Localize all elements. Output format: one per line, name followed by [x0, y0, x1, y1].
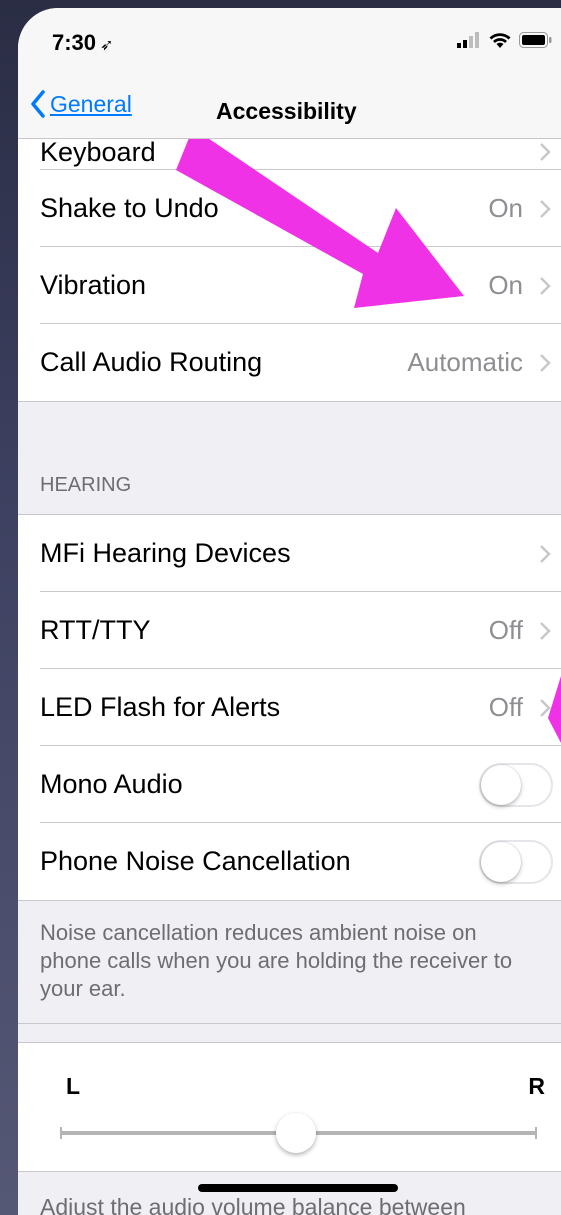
row-label: Call Audio Routing	[40, 347, 263, 377]
balance-group: L R	[18, 1042, 561, 1172]
row-label: Mono Audio	[40, 769, 183, 799]
row-label: Keyboard	[40, 137, 156, 167]
section-header-hearing: HEARING	[18, 401, 561, 515]
list-item-call-audio-routing[interactable]: Call Audio Routing Automatic	[18, 324, 561, 401]
list-item-shake-to-undo[interactable]: Shake to Undo On	[18, 170, 561, 247]
row-value: Off	[488, 692, 523, 722]
chevron-right-icon	[540, 698, 551, 717]
settings-list: Keyboard Shake to Undo On Vibration On C…	[18, 129, 561, 1172]
row-label: RTT/TTY	[40, 615, 151, 645]
list-item-rtt-tty[interactable]: RTT/TTY Off	[18, 592, 561, 669]
section-footer: Noise cancellation reduces ambient noise…	[18, 900, 561, 1024]
row-label: Phone Noise Cancellation	[40, 846, 351, 876]
hearing-group: MFi Hearing Devices RTT/TTY Off LED Flas…	[18, 515, 561, 900]
navigation-bar: General Accessibility	[18, 80, 561, 139]
cellular-signal-icon	[457, 32, 479, 48]
list-item-noise-cancellation: Phone Noise Cancellation	[18, 823, 561, 900]
page-title: Accessibility	[216, 98, 357, 124]
row-label: Shake to Undo	[40, 193, 219, 223]
row-label: LED Flash for Alerts	[40, 692, 281, 722]
balance-footer-text: Adjust the audio volume balance between	[40, 1194, 466, 1215]
chevron-right-icon	[540, 276, 551, 295]
time-label: 7:30	[52, 30, 97, 55]
chevron-right-icon	[540, 544, 551, 563]
chevron-right-icon	[540, 199, 551, 218]
balance-left-label: L	[66, 1073, 81, 1099]
interaction-group: Keyboard Shake to Undo On Vibration On C…	[18, 129, 561, 401]
noise-cancellation-toggle[interactable]	[479, 839, 553, 884]
chevron-right-icon	[540, 621, 551, 640]
list-item-vibration[interactable]: Vibration On	[18, 247, 561, 324]
chevron-left-icon	[31, 90, 45, 118]
battery-icon	[519, 32, 552, 48]
row-value: On	[488, 193, 523, 223]
row-value: Off	[488, 615, 523, 645]
list-item-mono-audio: Mono Audio	[18, 746, 561, 823]
row-value: Automatic	[407, 347, 523, 377]
home-indicator[interactable]	[198, 1184, 398, 1192]
row-label: Vibration	[40, 270, 147, 300]
location-arrow-icon: ➶	[100, 37, 114, 54]
phone-screen: 7:30 ➶ General Accessibility Keyboard Sh…	[18, 8, 561, 1215]
list-item-led-flash[interactable]: LED Flash for Alerts Off	[18, 669, 561, 746]
mono-audio-toggle[interactable]	[479, 762, 553, 807]
row-value: On	[488, 270, 523, 300]
row-label: MFi Hearing Devices	[40, 538, 291, 568]
chevron-right-icon	[540, 353, 551, 372]
back-button[interactable]: General	[30, 90, 132, 118]
balance-slider-thumb[interactable]	[276, 1113, 316, 1153]
chevron-right-icon	[540, 143, 551, 161]
balance-right-label: R	[528, 1073, 545, 1099]
status-time: 7:30 ➶	[52, 30, 113, 56]
status-bar: 7:30 ➶	[18, 8, 561, 80]
list-item-mfi-hearing-devices[interactable]: MFi Hearing Devices	[18, 515, 561, 592]
wifi-icon	[489, 33, 511, 48]
back-label: General	[50, 90, 132, 117]
